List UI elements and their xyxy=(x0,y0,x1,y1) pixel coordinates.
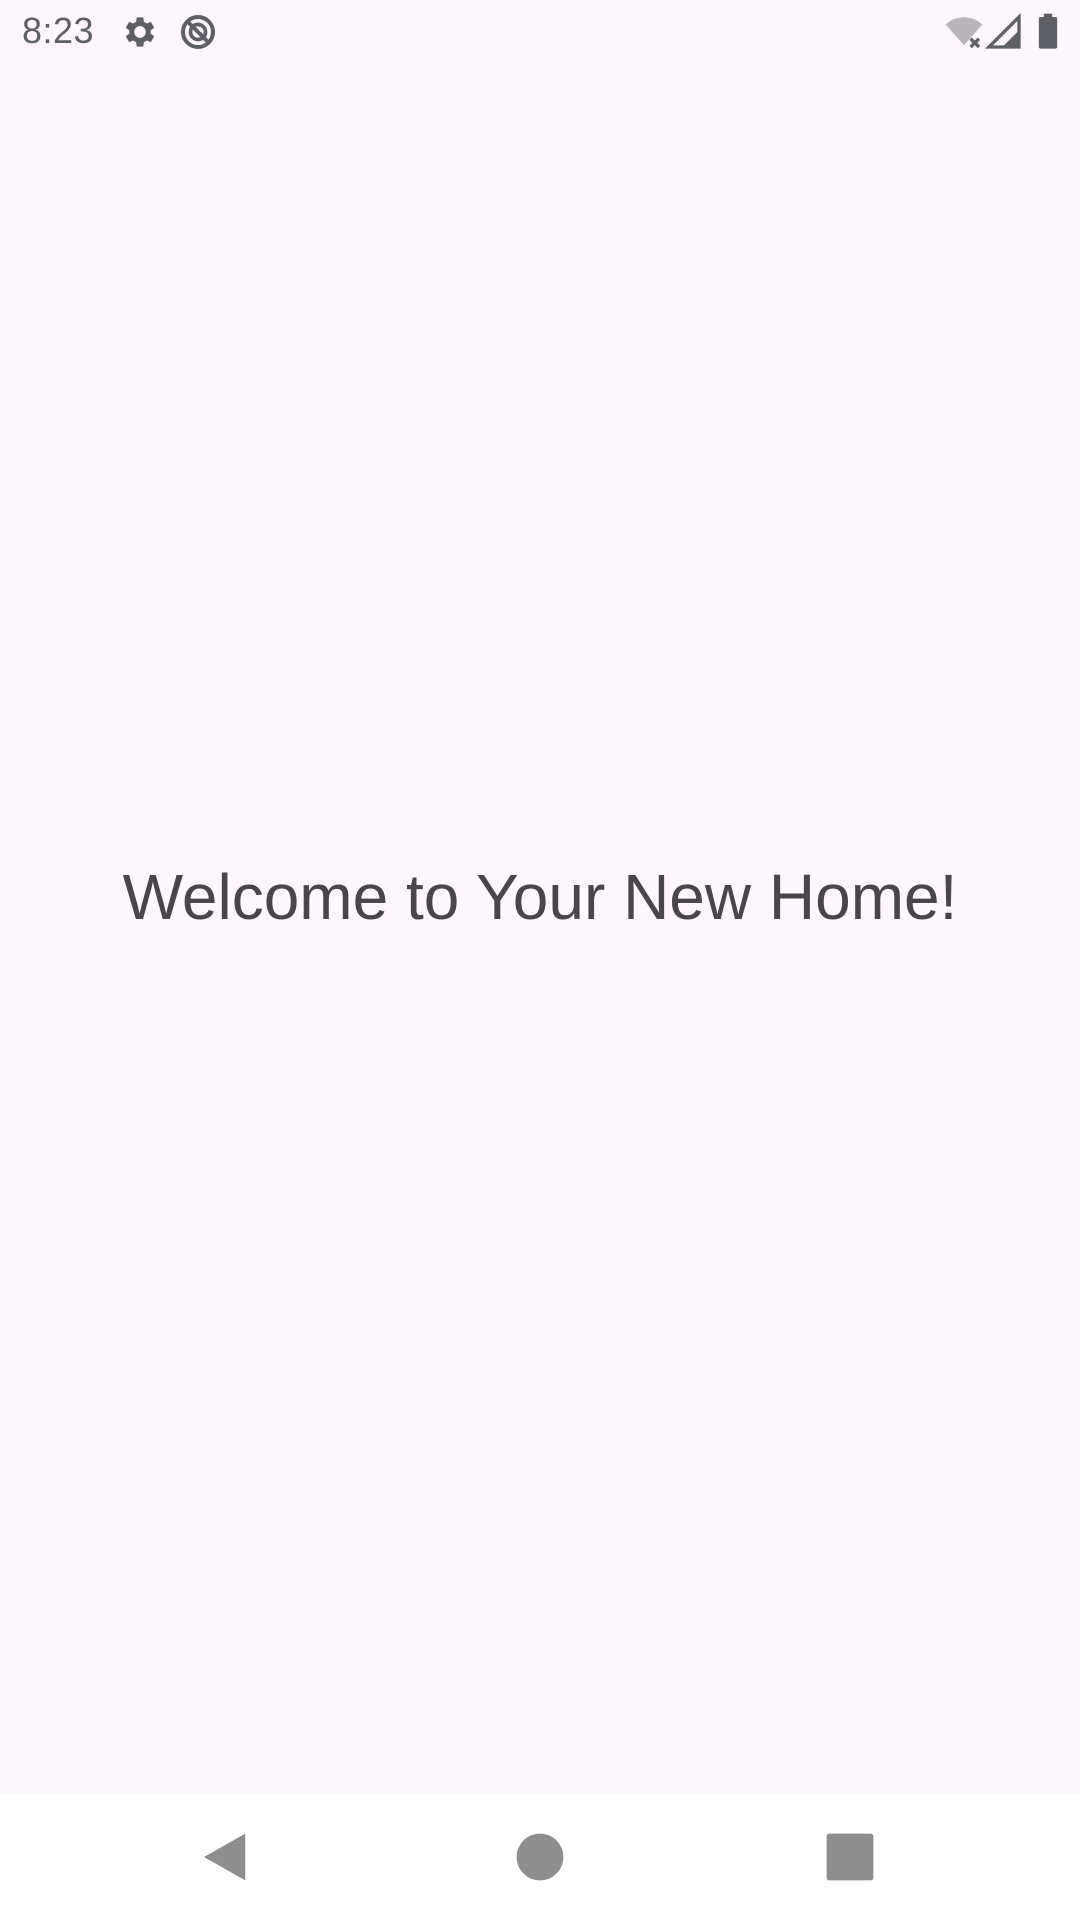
settings-icon xyxy=(120,12,160,52)
home-icon[interactable] xyxy=(507,1824,573,1890)
wifi-off-icon xyxy=(944,12,984,52)
cell-signal-icon xyxy=(984,12,1024,52)
back-icon[interactable] xyxy=(193,1824,259,1890)
status-bar: 8:23 xyxy=(0,0,1080,64)
do-not-disturb-icon xyxy=(178,12,218,52)
recents-icon[interactable] xyxy=(817,1824,883,1890)
battery-icon xyxy=(1030,12,1066,52)
status-time: 8:23 xyxy=(22,10,95,51)
navigation-bar xyxy=(0,1794,1080,1920)
welcome-heading: Welcome to Your New Home! xyxy=(122,861,958,933)
